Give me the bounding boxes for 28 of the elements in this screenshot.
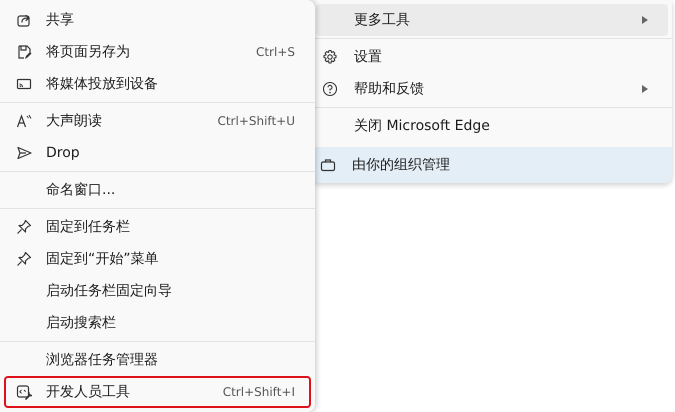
- menu-item[interactable]: 更多工具: [316, 4, 668, 36]
- menu-item[interactable]: 帮助和反馈: [316, 73, 668, 105]
- menu-item[interactable]: 关闭 Microsoft Edge: [316, 110, 668, 142]
- menu-item[interactable]: 启动任务栏固定向导: [4, 275, 311, 307]
- share-icon: [16, 12, 32, 28]
- save-icon: [16, 44, 32, 60]
- pin-icon: [16, 219, 32, 235]
- menu-item[interactable]: 将媒体投放到设备: [4, 68, 311, 100]
- menu-item[interactable]: 将页面另存为 Ctrl+S: [4, 36, 311, 68]
- menu-item[interactable]: 共享: [4, 4, 311, 36]
- read-aloud-icon: [16, 113, 32, 129]
- send-icon: [16, 145, 32, 161]
- menu-item[interactable]: 固定到任务栏: [4, 211, 311, 243]
- menu-item[interactable]: 浏览器任务管理器: [4, 344, 311, 376]
- menu-item[interactable]: Drop: [4, 137, 311, 169]
- menu-item[interactable]: 固定到“开始”菜单: [4, 243, 311, 275]
- managed-banner: 由你的组织管理: [312, 147, 672, 183]
- menu-item[interactable]: 开发人员工具 Ctrl+Shift+I: [4, 376, 311, 408]
- briefcase-icon: [320, 157, 336, 173]
- help-icon: [322, 81, 338, 97]
- menu-item[interactable]: 设置: [316, 41, 668, 73]
- pin-icon: [16, 251, 32, 267]
- settings-icon: [322, 49, 338, 65]
- cast-icon: [16, 76, 32, 92]
- menu-item[interactable]: 命名窗口...: [4, 174, 311, 206]
- menu-item[interactable]: 启动搜索栏: [4, 307, 311, 339]
- devtools-icon: [16, 384, 32, 400]
- menu-item[interactable]: 大声朗读 Ctrl+Shift+U: [4, 105, 311, 137]
